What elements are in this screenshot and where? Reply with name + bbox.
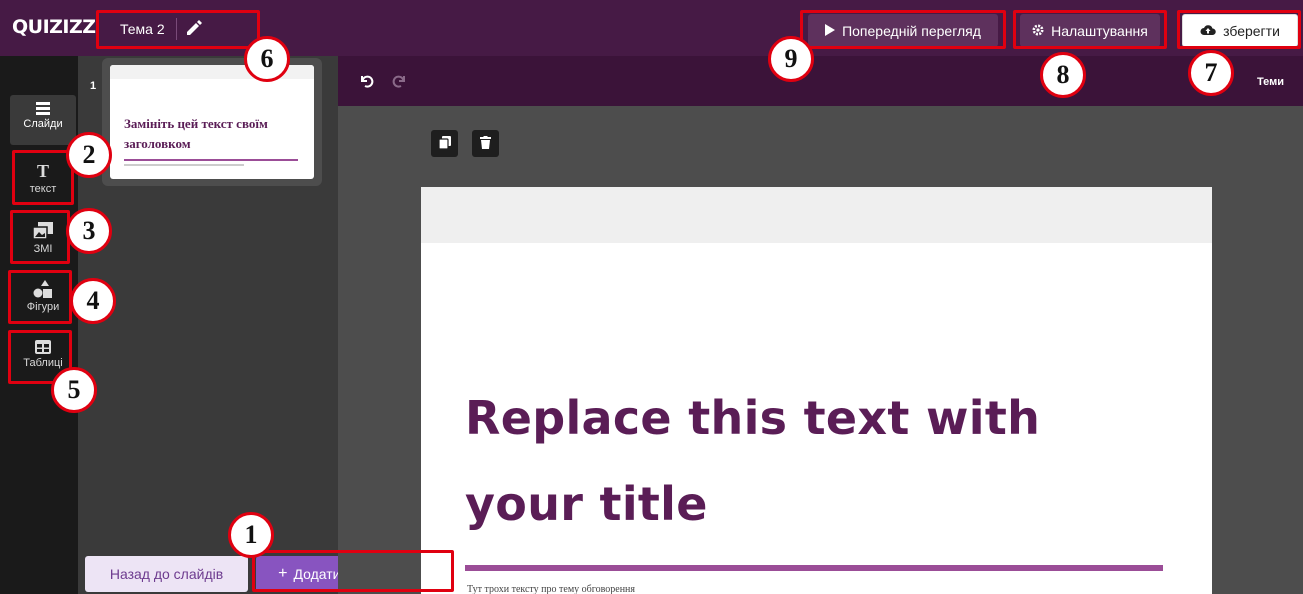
slide-title[interactable]: Replace this text with your title [465, 375, 1165, 547]
callout-frame-title [96, 10, 260, 49]
copy-icon [437, 134, 451, 153]
callout-badge-4: 4 [70, 278, 116, 324]
callout-badge-9: 9 [768, 36, 814, 82]
callout-frame-preview [800, 10, 1006, 49]
slide-canvas[interactable]: Replace this text with your title Тут тр… [421, 187, 1212, 594]
themes-button[interactable]: Теми [1257, 76, 1284, 88]
callout-frame-add-slide [252, 550, 454, 592]
thumbnail-subtitle [124, 164, 244, 166]
callout-badge-7: 7 [1188, 50, 1234, 96]
slide-thumbnail[interactable]: Замініть цей текст своїм заголовком [110, 65, 314, 179]
slide-header-band [421, 187, 1212, 243]
delete-slide-button[interactable] [472, 130, 499, 157]
slide-number: 1 [90, 80, 97, 92]
callout-frame-settings [1013, 10, 1167, 49]
callout-frame-media [10, 210, 70, 264]
callout-frame-shapes [8, 270, 72, 324]
thumbnail-title: Замініть цей текст своїм заголовком [124, 116, 268, 151]
callout-badge-2: 2 [66, 132, 112, 178]
trash-icon [480, 134, 491, 153]
undo-icon[interactable] [358, 73, 374, 89]
callout-frame-text [12, 150, 74, 205]
redo-icon[interactable] [392, 73, 408, 89]
callout-badge-3: 3 [66, 208, 112, 254]
callout-badge-8: 8 [1040, 52, 1086, 98]
sidebar-item-label: Слайди [23, 118, 63, 130]
app-logo[interactable]: QUIZIZZ [12, 16, 96, 38]
editor-toolbar [338, 56, 1303, 106]
back-to-slides-button[interactable]: Назад до слайдів [85, 556, 248, 592]
sidebar-item-slides[interactable]: Слайди [10, 95, 76, 145]
slide-divider [465, 565, 1163, 571]
thumbnail-rule [124, 159, 298, 161]
callout-badge-1: 1 [228, 512, 274, 558]
callout-frame-save [1177, 10, 1301, 49]
slides-icon [36, 101, 50, 115]
callout-badge-6: 6 [244, 36, 290, 82]
callout-badge-5: 5 [51, 367, 97, 413]
duplicate-slide-button[interactable] [431, 130, 458, 157]
slide-subtitle[interactable]: Тут трохи тексту про тему обговорення [467, 584, 635, 594]
